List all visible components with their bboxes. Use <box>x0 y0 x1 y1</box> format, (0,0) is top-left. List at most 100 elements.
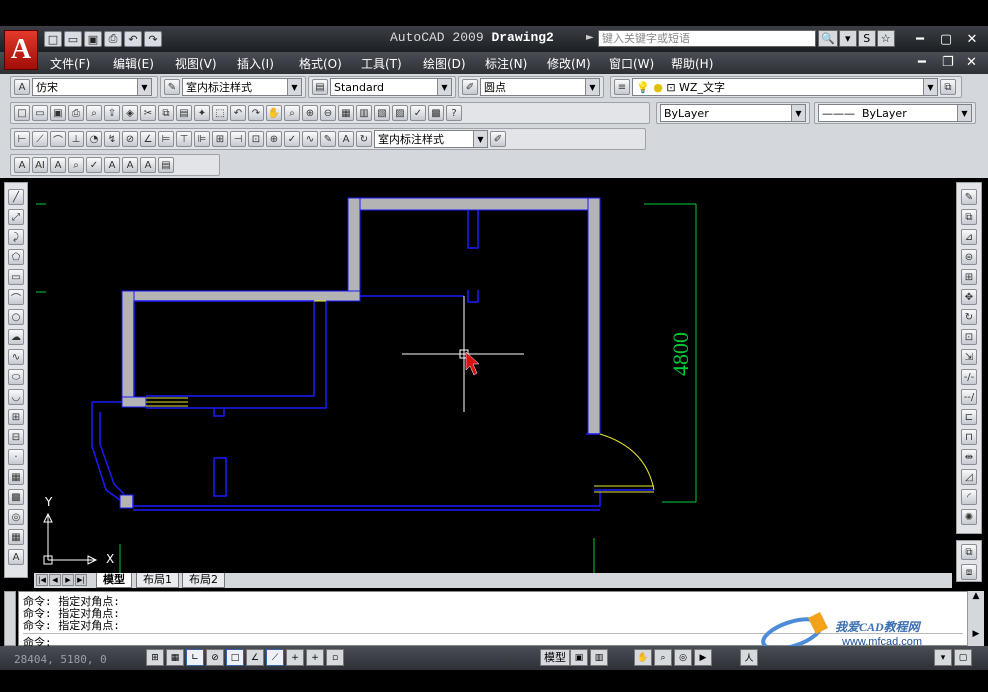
showmotion-icon[interactable]: ▶ <box>694 649 712 666</box>
prev-tab-icon[interactable]: ◀ <box>49 574 61 586</box>
jogged-linear-icon[interactable]: ∿ <box>302 131 318 147</box>
region-icon[interactable]: ◎ <box>8 509 24 525</box>
text-style-manager-icon[interactable]: A <box>104 157 120 173</box>
quick-view-drawings-icon[interactable]: ▥ <box>590 649 608 666</box>
dim-update-icon[interactable]: ↻ <box>356 131 372 147</box>
command-scrollbar[interactable]: ▲ ▶ <box>967 591 984 646</box>
stretch-icon[interactable]: ⇲ <box>961 349 977 365</box>
scale-text-icon[interactable]: A <box>122 157 138 173</box>
zoom-icon[interactable]: ⌕ <box>654 649 672 666</box>
paste-icon[interactable]: ▤ <box>176 105 192 121</box>
table-style-icon[interactable]: ▤ <box>312 79 328 95</box>
baseline-icon[interactable]: ⊤ <box>176 131 192 147</box>
scale-icon[interactable]: ⊡ <box>961 329 977 345</box>
edit-text-icon[interactable]: A <box>50 157 66 173</box>
quickcalc-icon[interactable]: ▩ <box>428 105 444 121</box>
menu-view[interactable]: 视图(V) <box>175 55 217 72</box>
construction-line-icon[interactable]: ⤢ <box>8 209 24 225</box>
break-at-point-icon[interactable]: ⊏ <box>961 409 977 425</box>
table-style-select[interactable]: Standard ▼ <box>330 78 452 96</box>
copy-object-icon[interactable]: ⧉ <box>961 209 977 225</box>
fillet-icon[interactable]: ◜ <box>961 489 977 505</box>
cut-icon[interactable]: ✂ <box>140 105 156 121</box>
menu-edit[interactable]: 编辑(E) <box>113 55 154 72</box>
sheet-set-icon[interactable]: ▨ <box>392 105 408 121</box>
dim-style-select[interactable]: 室内标注样式 ▼ <box>182 78 302 96</box>
close-icon[interactable]: ✕ <box>962 30 982 48</box>
dim-text-edit-icon[interactable]: A <box>338 131 354 147</box>
info-center-arrow-icon[interactable]: ► <box>586 32 594 43</box>
ordinate-icon[interactable]: ⊥ <box>68 131 84 147</box>
new-icon[interactable]: □ <box>14 105 30 121</box>
gradient-icon[interactable]: ▩ <box>8 489 24 505</box>
model-space-button[interactable]: 模型 <box>540 649 570 666</box>
bring-to-front-icon[interactable]: ⧉ <box>961 544 977 560</box>
polyline-icon[interactable]: ⤸ <box>8 229 24 245</box>
dyn-icon[interactable]: + <box>286 649 304 666</box>
polar-icon[interactable]: ⊘ <box>206 649 224 666</box>
dim-style-manager-icon[interactable]: ✐ <box>490 131 506 147</box>
ortho-icon[interactable]: ∟ <box>186 649 204 666</box>
properties-icon[interactable]: ▦ <box>338 105 354 121</box>
ellipse-icon[interactable]: ⬭ <box>8 369 24 385</box>
zoom-window-icon[interactable]: ⊕ <box>302 105 318 121</box>
inspection-icon[interactable]: ✓ <box>284 131 300 147</box>
quick-dim-icon[interactable]: ⊨ <box>158 131 174 147</box>
multileader-style-select[interactable]: 圆点 ▼ <box>480 78 600 96</box>
subscription-icon[interactable]: S <box>857 30 876 47</box>
linetype-select[interactable]: ——— ByLayer ▼ <box>818 104 972 122</box>
communication-center-icon[interactable]: ▾ <box>838 30 857 47</box>
copy-icon[interactable]: ⧉ <box>158 105 174 121</box>
arc-icon[interactable]: ⌒ <box>8 289 24 305</box>
ellipse-arc-icon[interactable]: ◡ <box>8 389 24 405</box>
dim-style-select-2[interactable]: 室内标注样式 ▼ <box>374 130 488 148</box>
search-input[interactable]: 键入关键字或短语 <box>598 30 816 47</box>
mirror-icon[interactable]: ⊿ <box>961 229 977 245</box>
menu-file[interactable]: 文件(F) <box>50 55 90 72</box>
new-file-icon[interactable]: □ <box>44 31 62 47</box>
font-select[interactable]: 仿宋 ▼ <box>32 78 152 96</box>
doc-restore-icon[interactable]: ❐ <box>942 55 954 70</box>
text-style-icon[interactable]: A <box>14 79 30 95</box>
linear-dim-icon[interactable]: ⊢ <box>14 131 30 147</box>
layer-select[interactable]: 💡 ● ⊡ WZ_文字 ▼ <box>632 78 938 96</box>
radius-icon[interactable]: ◔ <box>86 131 102 147</box>
quick-properties-icon[interactable]: ▫ <box>326 649 344 666</box>
jogged-icon[interactable]: ↯ <box>104 131 120 147</box>
menu-tools[interactable]: 工具(T) <box>361 55 402 72</box>
menu-insert[interactable]: 插入(I) <box>237 55 274 72</box>
continue-icon[interactable]: ⊫ <box>194 131 210 147</box>
redo-icon[interactable]: ↷ <box>248 105 264 121</box>
make-block-icon[interactable]: ⊟ <box>8 429 24 445</box>
pan-icon[interactable]: ✋ <box>266 105 282 121</box>
dim-edit-icon[interactable]: ✎ <box>320 131 336 147</box>
doc-minimize-icon[interactable]: ━ <box>918 55 926 70</box>
multileader-style-icon[interactable]: ✐ <box>462 79 478 95</box>
layer-properties-icon[interactable]: ≡ <box>614 79 630 95</box>
break-icon[interactable]: ⊓ <box>961 429 977 445</box>
dim-space-icon[interactable]: ⊞ <box>212 131 228 147</box>
scroll-down-icon[interactable]: ▶ <box>968 629 984 643</box>
color-select[interactable]: ByLayer ▼ <box>660 104 806 122</box>
line-icon[interactable]: ╱ <box>8 189 24 205</box>
tool-palettes-icon[interactable]: ▧ <box>374 105 390 121</box>
move-icon[interactable]: ✥ <box>961 289 977 305</box>
next-tab-icon[interactable]: ▶ <box>62 574 74 586</box>
erase-icon[interactable]: ✎ <box>961 189 977 205</box>
drawing-canvas[interactable] <box>34 180 952 574</box>
plot-icon[interactable]: ⎙ <box>68 105 84 121</box>
circle-icon[interactable]: ○ <box>8 309 24 325</box>
publish-icon[interactable]: ⇪ <box>104 105 120 121</box>
maximize-icon[interactable]: ▢ <box>936 30 956 48</box>
pan-icon[interactable]: ✋ <box>634 649 652 666</box>
3d-dwf-icon[interactable]: ◈ <box>122 105 138 121</box>
match-properties-icon[interactable]: ✦ <box>194 105 210 121</box>
angular-icon[interactable]: ∠ <box>140 131 156 147</box>
ducs-icon[interactable]: ⟋ <box>266 649 284 666</box>
plot-preview-icon[interactable]: ⌕ <box>86 105 102 121</box>
search-icon[interactable]: 🔍 <box>818 30 838 47</box>
undo-icon[interactable]: ↶ <box>124 31 142 47</box>
dim-break-icon[interactable]: ⊣ <box>230 131 246 147</box>
last-tab-icon[interactable]: ▶| <box>75 574 87 586</box>
scroll-up-icon[interactable]: ▲ <box>968 591 984 605</box>
